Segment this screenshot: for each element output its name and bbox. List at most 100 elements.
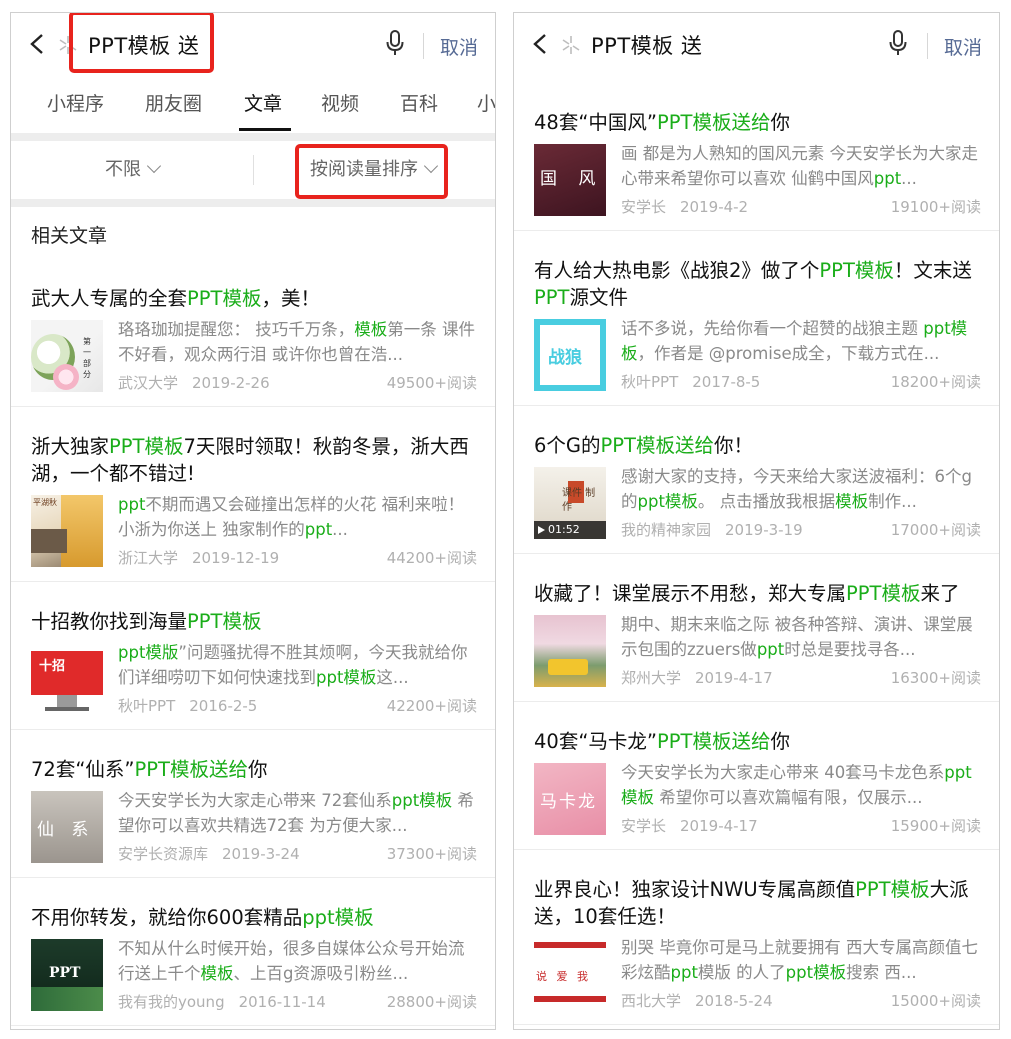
back-arrow-icon[interactable] bbox=[532, 33, 548, 54]
article-title[interactable]: 不用你转发，就给你600套精品ppt模板 bbox=[11, 904, 495, 931]
article-title[interactable]: 业界良心！独家设计NWU专属高颜值PPT模板大派送，10套任选！ bbox=[514, 876, 999, 930]
keyword-highlight: 模板 bbox=[354, 320, 388, 339]
cancel-button[interactable]: 取消 bbox=[440, 33, 478, 60]
article-item[interactable]: 十招教你找到海量PPT模板十招 ppt模版”问题骚扰得不胜其烦啊，今天我就给你们详… bbox=[11, 582, 495, 730]
header-divider bbox=[423, 33, 424, 59]
cancel-button[interactable]: 取消 bbox=[944, 33, 982, 60]
article-meta: 浙江大学 2019-12-19 44200+阅读 bbox=[118, 547, 477, 568]
article-source[interactable]: 秋叶PPT bbox=[118, 697, 175, 715]
thumbnail-caption: 仙 系 bbox=[37, 820, 95, 840]
article-item[interactable]: 40套“马卡龙”PPT模板送给你 马卡龙 今天安学长为大家走心带来 40套马卡龙色系… bbox=[514, 702, 999, 850]
article-meta: 武汉大学 2019-2-26 49500+阅读 bbox=[118, 372, 477, 393]
article-thumbnail[interactable]: 仙 系 bbox=[31, 791, 103, 863]
keyword-highlight: PPT模板 bbox=[819, 259, 894, 282]
article-source[interactable]: 浙江大学 bbox=[118, 549, 178, 567]
article-summary: ppt模版”问题骚扰得不胜其烦啊，今天我就给你们详细唠叨下如何快速找到ppt模板… bbox=[118, 640, 477, 690]
summary-text: 模版 的人了 bbox=[697, 963, 786, 982]
title-text: ，美！ bbox=[261, 287, 320, 310]
search-query-text[interactable]: PPT模板 送 bbox=[88, 30, 199, 60]
article-source[interactable]: 安学长资源库 bbox=[118, 845, 208, 863]
article-thumbnail[interactable]: 十招 bbox=[31, 643, 103, 715]
article-item[interactable]: 48套“中国风”PPT模板送给你国 风画 都是为人熟知的国风元素 今天安学长为大… bbox=[514, 83, 999, 231]
article-thumbnail[interactable]: 马卡龙 bbox=[534, 763, 606, 835]
article-item[interactable]: 72套“仙系”PPT模板送给你仙 系 今天安学长为大家走心带来 72套仙系ppt模… bbox=[11, 730, 495, 878]
article-thumbnail[interactable]: PPT bbox=[31, 939, 103, 1011]
article-summary: 别哭 毕竟你可是马上就要拥有 西大专属高颜值七彩炫酷ppt模版 的人了ppt模板… bbox=[621, 935, 981, 985]
microphone-icon[interactable] bbox=[386, 30, 404, 56]
article-body: 仙 系 今天安学长为大家走心带来 72套仙系ppt模板 希望你可以喜欢共精选72套… bbox=[11, 791, 495, 867]
tab-moments[interactable]: 朋友圈 bbox=[145, 89, 202, 116]
article-title[interactable]: 十招教你找到海量PPT模板 bbox=[11, 608, 495, 635]
article-summary: 今天安学长为大家走心带来 72套仙系ppt模板 希望你可以喜欢共精选72套 为方… bbox=[118, 788, 477, 838]
read-count: 15000+阅读 bbox=[890, 992, 981, 1010]
article-source[interactable]: 郑州大学 bbox=[621, 669, 681, 687]
article-summary: 珞珞珈珈提醒您： 技巧千万条，模板第一条 课件不好看，观众两行泪 或许你也曾在浩… bbox=[118, 317, 477, 367]
thumbnail-caption: 平湖秋 bbox=[33, 498, 57, 507]
article-title[interactable]: 72套“仙系”PPT模板送给你 bbox=[11, 756, 495, 783]
keyword-highlight: ppt bbox=[873, 169, 902, 188]
read-count: 18200+阅读 bbox=[890, 373, 981, 391]
article-source[interactable]: 安学长 bbox=[621, 198, 666, 216]
article-thumbnail[interactable]: 说 爱 我 bbox=[534, 938, 606, 1010]
article-item[interactable]: 不用你转发，就给你600套精品ppt模板 PPT 不知从什么时候开始，很多自媒体公众… bbox=[11, 878, 495, 1026]
article-date: 2019-12-19 bbox=[192, 549, 280, 567]
article-item[interactable]: 武大人专属的全套PPT模板，美！ 第 一 部 分 珞珞珈珈提醒您： 技巧千万条，模板… bbox=[11, 259, 495, 407]
article-source[interactable]: 安学长 bbox=[621, 817, 666, 835]
article-title[interactable]: 48套“中国风”PPT模板送给你 bbox=[514, 109, 999, 136]
keyword-highlight: ppt模板 bbox=[637, 492, 698, 511]
keyword-highlight: 模板 bbox=[835, 492, 869, 511]
article-body: PPT 不知从什么时候开始，很多自媒体公众号开始流行送上千个模板、上百g资源吸引粉… bbox=[11, 939, 495, 1015]
keyword-highlight: ppt bbox=[304, 520, 333, 539]
article-thumbnail[interactable]: 平湖秋 bbox=[31, 495, 103, 567]
article-item[interactable]: 业界良心！独家设计NWU专属高颜值PPT模板大派送，10套任选！ 说 爱 我 别哭 … bbox=[514, 850, 999, 1025]
article-body: 国 风画 都是为人熟知的国风元素 今天安学长为大家走心带来希望你可以喜欢 仙鹤中… bbox=[514, 144, 999, 220]
time-range-filter[interactable]: 不限 bbox=[105, 155, 162, 181]
back-arrow-icon[interactable] bbox=[29, 33, 45, 54]
article-meta: 安学长 2019-4-17 15900+阅读 bbox=[621, 815, 981, 836]
tab-more[interactable]: 小 bbox=[477, 89, 495, 116]
article-item[interactable]: 收藏了！课堂展示不用愁，郑大专属PPT模板来了期中、期末来临之际 被各种答辩、演… bbox=[514, 554, 999, 702]
article-thumbnail[interactable]: 第 一 部 分 bbox=[31, 320, 103, 392]
article-title[interactable]: 武大人专属的全套PPT模板，美！ bbox=[11, 285, 495, 312]
search-header: PPT模板 送 取消 bbox=[11, 13, 495, 75]
keyword-highlight: ppt bbox=[670, 963, 698, 982]
read-count: 49500+阅读 bbox=[386, 374, 477, 392]
sort-filter[interactable]: 按阅读量排序 bbox=[310, 155, 439, 181]
title-text: 来了 bbox=[920, 582, 960, 605]
article-source[interactable]: 武汉大学 bbox=[118, 374, 178, 392]
article-body: 期中、期末来临之际 被各种答辩、演讲、课堂展示包围的zzuers做ppt时总是要… bbox=[514, 615, 999, 691]
article-title[interactable]: 6个G的PPT模板送给你！ bbox=[514, 432, 999, 459]
article-item[interactable]: 6个G的PPT模板送给你！ 课件 制作 01:52 感谢大家的支持，今天来给大家送波福… bbox=[514, 406, 999, 554]
summary-text: 制作... bbox=[868, 492, 917, 511]
search-spark-icon bbox=[58, 35, 78, 55]
tab-videos[interactable]: 视频 bbox=[321, 89, 359, 116]
tab-mini-program[interactable]: 小程序 bbox=[47, 89, 104, 116]
microphone-icon[interactable] bbox=[889, 30, 907, 56]
article-source[interactable]: 秋叶PPT bbox=[621, 373, 678, 391]
thumbnail-caption: 马卡龙 bbox=[540, 792, 597, 812]
article-list: 48套“中国风”PPT模板送给你国 风画 都是为人熟知的国风元素 今天安学长为大… bbox=[514, 83, 999, 1025]
keyword-highlight: ppt模板 bbox=[302, 906, 374, 929]
tab-articles[interactable]: 文章 bbox=[244, 89, 282, 116]
article-thumbnail[interactable] bbox=[534, 615, 606, 687]
article-meta: 我有我的young 2016-11-14 28800+阅读 bbox=[118, 991, 477, 1012]
article-source[interactable]: 我的精神家园 bbox=[621, 521, 711, 539]
title-text: 十招教你找到海量 bbox=[31, 610, 188, 633]
article-source[interactable]: 我有我的young bbox=[118, 993, 225, 1011]
tab-encyclopedia[interactable]: 百科 bbox=[400, 89, 438, 116]
article-thumbnail[interactable]: 国 风 bbox=[534, 144, 606, 216]
article-title[interactable]: 浙大独家PPT模板7天限时领取！秋韵冬景，浙大西湖，一个都不错过! bbox=[11, 433, 495, 487]
article-title[interactable]: 有人给大热电影《战狼2》做了个PPT模板！文末送 PPT源文件 bbox=[514, 257, 999, 311]
article-item[interactable]: 浙大独家PPT模板7天限时领取！秋韵冬景，浙大西湖，一个都不错过! 平湖秋 ppt不… bbox=[11, 407, 495, 582]
summary-text: 这... bbox=[376, 668, 409, 687]
thumbnail-caption: 十招 bbox=[39, 659, 66, 674]
article-meta: 安学长资源库 2019-3-24 37300+阅读 bbox=[118, 843, 477, 864]
search-query-text[interactable]: PPT模板 送 bbox=[591, 30, 702, 60]
article-title[interactable]: 收藏了！课堂展示不用愁，郑大专属PPT模板来了 bbox=[514, 580, 999, 607]
article-title[interactable]: 40套“马卡龙”PPT模板送给你 bbox=[514, 728, 999, 755]
article-item[interactable]: 有人给大热电影《战狼2》做了个PPT模板！文末送 PPT源文件战狼 话不多说，先给你… bbox=[514, 231, 999, 406]
article-source[interactable]: 西北大学 bbox=[621, 992, 681, 1010]
summary-text: 话不多说，先给你看一个超赞的战狼主题 bbox=[621, 319, 924, 338]
article-thumbnail[interactable]: 课件 制作 01:52 bbox=[534, 467, 606, 539]
article-thumbnail[interactable]: 战狼 bbox=[534, 319, 606, 391]
